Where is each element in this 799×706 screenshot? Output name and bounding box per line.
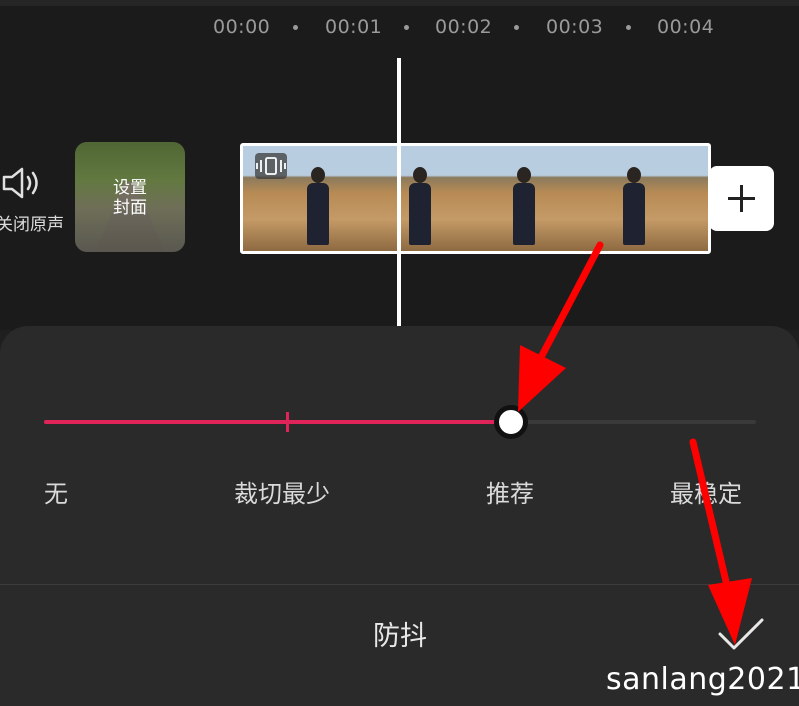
add-clip-button[interactable] <box>709 166 774 231</box>
confirm-button[interactable] <box>712 610 768 656</box>
level-option-most-stable[interactable]: 最稳定 <box>670 474 742 509</box>
panel-divider <box>0 584 799 585</box>
video-clip[interactable] <box>240 143 711 254</box>
clip-frame <box>607 146 708 251</box>
clip-person-figure <box>305 167 331 247</box>
tick-label: 00:03 <box>546 16 604 38</box>
tick-dot <box>626 25 631 30</box>
level-option-recommended[interactable]: 推荐 <box>486 474 534 509</box>
clip-person-figure <box>621 167 647 247</box>
panel-title: 防抖 <box>373 621 427 652</box>
tick-label: 00:04 <box>657 16 715 38</box>
tick-dot <box>514 25 519 30</box>
tick-label: 00:02 <box>435 16 493 38</box>
plus-icon-vertical <box>740 185 743 212</box>
level-option-min-crop[interactable]: 裁切最少 <box>234 474 330 509</box>
top-strip <box>0 0 799 6</box>
speaker-icon <box>2 167 38 199</box>
cover-label-line2: 封面 <box>113 198 147 218</box>
set-cover-button[interactable]: 设置 封面 <box>75 142 185 252</box>
tick-dot <box>404 25 409 30</box>
mute-label: 关闭原声 <box>0 215 64 235</box>
time-ruler[interactable]: 00:00 00:01 00:02 00:03 00:04 <box>0 14 799 44</box>
playhead[interactable] <box>397 58 401 328</box>
level-option-none[interactable]: 无 <box>44 474 68 509</box>
checkmark-icon <box>718 618 764 650</box>
slider-step-marker <box>286 412 289 432</box>
clip-person-figure <box>511 167 537 247</box>
clip-frame <box>503 146 607 251</box>
stabilize-slider-fill <box>44 420 514 424</box>
mute-original-audio-button[interactable]: 关闭原声 <box>0 160 64 240</box>
cover-label-line1: 设置 <box>113 178 147 198</box>
tick-label: 00:01 <box>325 16 383 38</box>
tick-dot <box>293 25 298 30</box>
clip-person-figure <box>407 167 433 247</box>
stabilize-slider-thumb[interactable] <box>494 405 528 439</box>
watermark: sanlang2021 <box>606 662 799 697</box>
cover-label: 设置 封面 <box>75 178 185 218</box>
stabilize-icon <box>255 153 287 179</box>
clip-frame <box>399 146 503 251</box>
tick-label: 00:00 <box>213 16 271 38</box>
